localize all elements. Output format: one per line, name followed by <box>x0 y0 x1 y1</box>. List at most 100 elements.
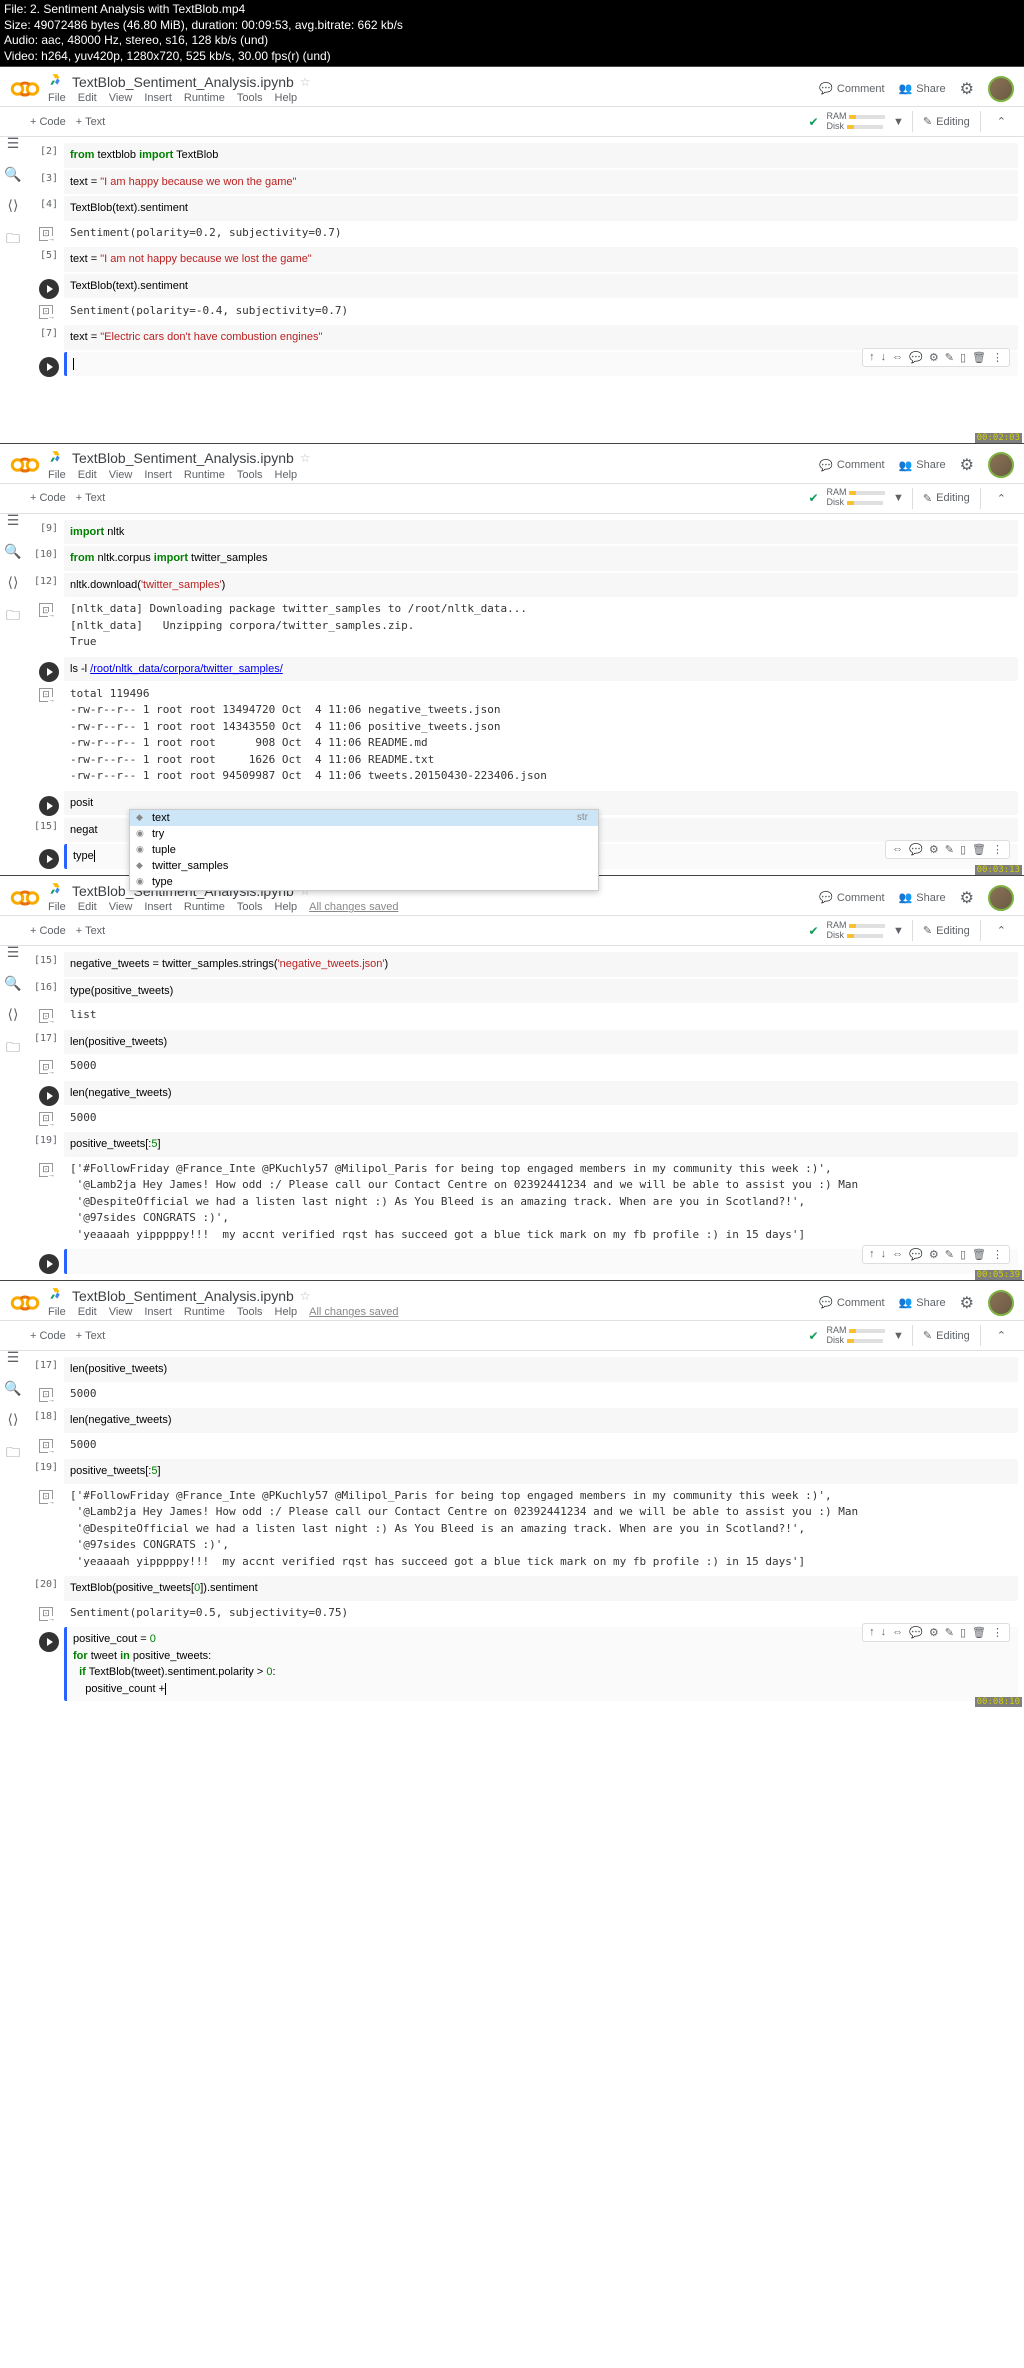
autocomplete-item[interactable]: ◆twitter_samples <box>130 858 598 874</box>
code-cell[interactable]: len(positive_tweets) <box>64 1357 1018 1382</box>
add-code-button[interactable]: + Code <box>30 925 66 937</box>
run-button[interactable] <box>34 1627 64 1652</box>
ram-disk-indicator[interactable]: RAM Disk <box>827 1326 886 1346</box>
menu-file[interactable]: File <box>48 1306 66 1318</box>
collapse-button[interactable]: ⌃ <box>989 111 1014 132</box>
run-button[interactable] <box>34 657 64 682</box>
edit-icon[interactable]: ✎ <box>943 351 956 364</box>
gear-icon[interactable]: ⚙ <box>960 1293 974 1313</box>
run-button[interactable] <box>34 844 64 869</box>
snippets-icon[interactable]: ⟨⟩ <box>8 1006 19 1023</box>
share-button[interactable]: 👥Share <box>899 459 946 472</box>
files-icon[interactable]: 🗀 <box>6 1037 20 1061</box>
code-cell[interactable]: text = "I am not happy because we lost t… <box>64 247 1018 272</box>
menu-edit[interactable]: Edit <box>78 901 97 913</box>
menu-insert[interactable]: Insert <box>144 901 172 913</box>
delete-icon[interactable]: 🗑 <box>970 1248 988 1261</box>
editing-button[interactable]: ✎Editing <box>912 488 981 509</box>
menu-help[interactable]: Help <box>275 901 298 913</box>
edit-icon[interactable]: ✎ <box>943 1626 956 1639</box>
code-cell[interactable]: TextBlob(positive_tweets[0]).sentiment <box>64 1576 1018 1601</box>
comment-cell-icon[interactable]: 💬 <box>907 843 925 856</box>
move-up-icon[interactable]: ↑ <box>867 351 877 364</box>
connect-dropdown[interactable]: ▼ <box>893 492 904 504</box>
gear-icon[interactable]: ⚙ <box>960 79 974 99</box>
search-icon[interactable]: 🔍 <box>4 543 21 560</box>
delete-icon[interactable]: 🗑 <box>970 843 988 856</box>
collapse-button[interactable]: ⌃ <box>989 488 1014 509</box>
menu-tools[interactable]: Tools <box>237 1306 263 1318</box>
menu-edit[interactable]: Edit <box>78 469 97 481</box>
code-cell[interactable]: from nltk.corpus import twitter_samples <box>64 546 1018 571</box>
menu-insert[interactable]: Insert <box>144 1306 172 1318</box>
code-cell[interactable]: type(positive_tweets) <box>64 979 1018 1004</box>
autocomplete-item[interactable]: ◆textstr <box>130 810 598 826</box>
connect-dropdown[interactable]: ▼ <box>893 925 904 937</box>
toc-icon[interactable]: ☰ <box>7 135 20 152</box>
link-icon[interactable]: ⇔ <box>890 1248 905 1261</box>
code-cell[interactable]: TextBlob(text).sentiment <box>64 196 1018 221</box>
add-text-button[interactable]: + Text <box>76 116 105 128</box>
add-code-button[interactable]: + Code <box>30 116 66 128</box>
more-icon[interactable]: ⋮ <box>990 1626 1005 1639</box>
avatar[interactable] <box>988 1290 1014 1316</box>
menu-view[interactable]: View <box>109 469 133 481</box>
delete-icon[interactable]: 🗑 <box>970 351 988 364</box>
move-down-icon[interactable]: ↓ <box>879 1626 889 1639</box>
comment-cell-icon[interactable]: 💬 <box>907 1626 925 1639</box>
autocomplete-item[interactable]: ◉try <box>130 826 598 842</box>
comment-button[interactable]: 💬Comment <box>819 1296 884 1309</box>
files-icon[interactable]: 🗀 <box>6 605 20 629</box>
more-icon[interactable]: ⋮ <box>990 843 1005 856</box>
doc-title[interactable]: TextBlob_Sentiment_Analysis.ipynb ☆ <box>48 73 819 90</box>
link-icon[interactable]: ⇔ <box>890 351 905 364</box>
toc-icon[interactable]: ☰ <box>7 944 20 961</box>
mirror-icon[interactable]: ▯ <box>958 351 968 364</box>
toc-icon[interactable]: ☰ <box>7 512 20 529</box>
code-cell[interactable]: len(negative_tweets) <box>64 1081 1018 1106</box>
menu-tools[interactable]: Tools <box>237 92 263 104</box>
code-cell[interactable]: ls -l /root/nltk_data/corpora/twitter_sa… <box>64 657 1018 682</box>
editing-button[interactable]: ✎Editing <box>912 920 981 941</box>
menu-tools[interactable]: Tools <box>237 901 263 913</box>
search-icon[interactable]: 🔍 <box>4 166 21 183</box>
menu-file[interactable]: File <box>48 469 66 481</box>
menu-runtime[interactable]: Runtime <box>184 92 225 104</box>
share-button[interactable]: 👥Share <box>899 82 946 95</box>
menu-help[interactable]: Help <box>275 469 298 481</box>
menu-edit[interactable]: Edit <box>78 1306 97 1318</box>
doc-title[interactable]: TextBlob_Sentiment_Analysis.ipynb☆ <box>48 450 819 467</box>
run-button[interactable] <box>34 791 64 816</box>
avatar[interactable] <box>988 885 1014 911</box>
code-cell[interactable]: import nltk <box>64 520 1018 545</box>
add-code-button[interactable]: + Code <box>30 492 66 504</box>
star-icon[interactable]: ☆ <box>300 1289 311 1303</box>
code-cell[interactable]: len(negative_tweets) <box>64 1408 1018 1433</box>
more-icon[interactable]: ⋮ <box>990 1248 1005 1261</box>
add-code-button[interactable]: + Code <box>30 1330 66 1342</box>
run-button[interactable] <box>34 274 64 299</box>
code-cell[interactable]: from textblob import TextBlob <box>64 143 1018 168</box>
run-button[interactable] <box>34 1081 64 1106</box>
menu-file[interactable]: File <box>48 92 66 104</box>
code-cell[interactable]: positive_tweets[:5] <box>64 1132 1018 1157</box>
autocomplete-item[interactable]: ◉type <box>130 874 598 890</box>
add-text-button[interactable]: + Text <box>76 492 105 504</box>
run-button[interactable] <box>34 352 64 377</box>
editing-button[interactable]: ✎Editing <box>912 111 981 132</box>
move-up-icon[interactable]: ↑ <box>867 1626 877 1639</box>
comment-cell-icon[interactable]: 💬 <box>907 351 925 364</box>
add-text-button[interactable]: + Text <box>76 925 105 937</box>
avatar[interactable] <box>988 76 1014 102</box>
menu-file[interactable]: File <box>48 901 66 913</box>
menu-insert[interactable]: Insert <box>144 92 172 104</box>
search-icon[interactable]: 🔍 <box>4 1380 21 1397</box>
menu-edit[interactable]: Edit <box>78 92 97 104</box>
code-cell[interactable]: text = "I am happy because we won the ga… <box>64 170 1018 195</box>
collapse-button[interactable]: ⌃ <box>989 920 1014 941</box>
code-cell[interactable]: positive_tweets[:5] <box>64 1459 1018 1484</box>
files-icon[interactable]: 🗀 <box>6 228 20 252</box>
settings-icon[interactable]: ⚙ <box>927 351 941 364</box>
code-cell[interactable]: negative_tweets = twitter_samples.string… <box>64 952 1018 977</box>
share-button[interactable]: 👥Share <box>899 891 946 904</box>
